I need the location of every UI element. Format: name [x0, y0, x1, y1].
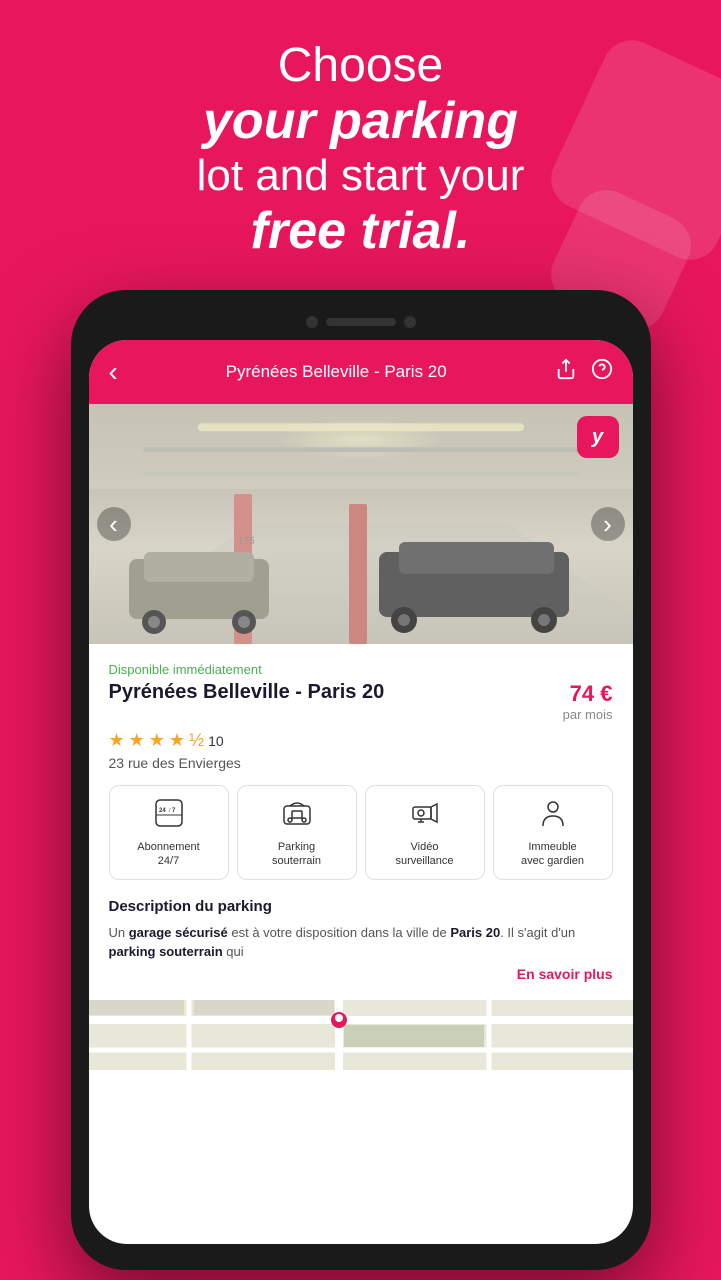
description-title: Description du parking [109, 898, 613, 915]
feature-underground-label: Parkingsouterrain [244, 840, 350, 869]
description-text: Un garage sécurisé est à votre dispositi… [109, 923, 613, 962]
price-amount: 74 € [563, 681, 613, 707]
star-half: ½ [189, 730, 204, 751]
feature-guardian-icon [500, 798, 606, 834]
svg-text:7: 7 [172, 808, 176, 814]
star-2: ★ [129, 730, 145, 751]
availability-status: Disponible immédiatement [109, 662, 613, 677]
review-count: 10 [208, 733, 224, 749]
header-section: Choose your parking lot and start your f… [0, 0, 721, 290]
app-header: ‹ Pyrénées Belleville - Paris 20 [89, 340, 633, 404]
svg-text:175: 175 [238, 536, 255, 547]
map-preview[interactable] [89, 1000, 633, 1070]
svg-text:/: / [169, 808, 171, 814]
share-icon[interactable] [555, 358, 577, 386]
header-icon-group [555, 358, 613, 386]
header-line3: lot and start your [60, 150, 661, 203]
feature-underground: Parkingsouterrain [237, 785, 357, 880]
read-more-link[interactable]: En savoir plus [109, 966, 613, 982]
prev-image-button[interactable]: ‹ [97, 507, 131, 541]
phone-top-bar [89, 308, 633, 336]
feature-cctv-label: Vidéosurveillance [372, 840, 478, 869]
star-1: ★ [109, 730, 125, 751]
price-period: par mois [563, 707, 613, 722]
header-line1: Choose [60, 40, 661, 93]
price-block: 74 € par mois [563, 681, 613, 722]
feature-cctv: Vidéosurveillance [365, 785, 485, 880]
help-icon[interactable] [591, 358, 613, 386]
app-screen-title: Pyrénées Belleville - Paris 20 [118, 362, 555, 382]
feature-guardian-label: Immeubleavec gardien [500, 840, 606, 869]
star-4: ★ [169, 730, 185, 751]
header-line4: free trial. [60, 203, 661, 260]
feature-cctv-icon [372, 798, 478, 834]
svg-text:24: 24 [159, 808, 166, 814]
phone-mockup: ‹ Pyrénées Belleville - Paris 20 [71, 290, 651, 1270]
phone-camera [306, 316, 318, 328]
parking-interior-svg: 175 [89, 404, 633, 644]
feature-247-label: Abonnement24/7 [116, 840, 222, 869]
phone-speaker [326, 318, 396, 326]
feature-guardian: Immeubleavec gardien [493, 785, 613, 880]
header-line2: your parking [60, 93, 661, 150]
map-svg [89, 1000, 633, 1070]
features-grid: 24 / 7 Abonnement24/7 [109, 785, 613, 880]
parking-photo: 175 [89, 404, 633, 644]
next-image-button[interactable]: › [591, 507, 625, 541]
star-3: ★ [149, 730, 165, 751]
parking-name: Pyrénées Belleville - Paris 20 [109, 681, 563, 704]
feature-247-icon: 24 / 7 [116, 798, 222, 834]
phone-body: ‹ Pyrénées Belleville - Paris 20 [71, 290, 651, 1270]
parking-photo-bg: 175 [89, 404, 633, 644]
feature-247: 24 / 7 Abonnement24/7 [109, 785, 229, 880]
rating-row: ★ ★ ★ ★ ½ 10 [109, 730, 613, 751]
parking-details: Disponible immédiatement Pyrénées Bellev… [89, 644, 633, 1000]
phone-sensor [404, 316, 416, 328]
parking-address: 23 rue des Envierges [109, 755, 613, 771]
back-button[interactable]: ‹ [109, 356, 118, 388]
feature-underground-icon [244, 798, 350, 834]
phone-screen: ‹ Pyrénées Belleville - Paris 20 [89, 340, 633, 1244]
app-logo-badge: y [577, 416, 619, 458]
name-price-row: Pyrénées Belleville - Paris 20 74 € par … [109, 681, 613, 722]
